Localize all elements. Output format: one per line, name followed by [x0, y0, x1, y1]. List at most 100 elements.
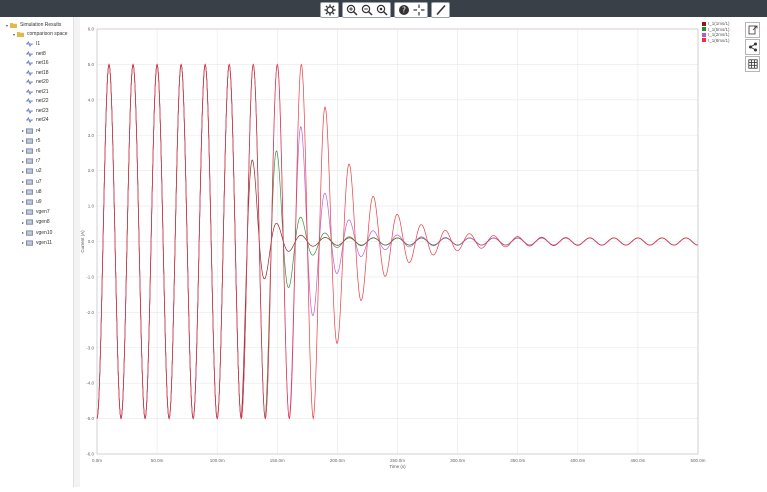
tree-folder-item-label: r6: [36, 147, 41, 154]
crosshair-icon[interactable]: [411, 3, 426, 17]
tree-signal-item[interactable]: net8: [20, 50, 46, 58]
tree-folder-item[interactable]: ▸ r6: [20, 147, 40, 155]
tools-group: ?: [394, 2, 428, 18]
tree-folder-item[interactable]: ▸ r5: [20, 137, 40, 145]
y-tick-label: -4.0: [86, 381, 94, 386]
tree-folder-item[interactable]: ▸ u7: [20, 178, 42, 186]
share-icon[interactable]: [745, 39, 760, 55]
line-chart[interactable]: 6.0 5.0 4.0 3.0 2.0 1.0 0.0 -1.0 -2.0 -3.0 -4.0 -5.…: [80, 17, 710, 487]
tree-signal-item[interactable]: net20: [20, 78, 49, 86]
legend-swatch: [702, 21, 706, 26]
tree-folder-item-label: u7: [36, 178, 42, 185]
draw-group: [431, 2, 450, 18]
y-tick-label: -3.0: [86, 345, 94, 350]
plot-area[interactable]: 6.0 5.0 4.0 3.0 2.0 1.0 0.0 -1.0 -2.0 -3.0 -4.0 -5.…: [80, 17, 710, 487]
tree-signal-item-label: net21: [36, 88, 49, 95]
x-tick-label: 450.0m: [630, 458, 645, 463]
y-tick-label: 2.0: [88, 168, 95, 173]
y-tick-label: 5.0: [88, 62, 95, 67]
tree-folder-item[interactable]: ▸ vgen10: [20, 229, 52, 237]
zoom-fit-icon[interactable]: [374, 3, 389, 17]
chart-toolbar: ?: [320, 2, 450, 18]
y-tick-label: 0.0: [88, 239, 95, 244]
settings-icon[interactable]: [322, 3, 337, 17]
y-tick-label: 1.0: [88, 204, 95, 209]
x-tick-label: 50.0m: [151, 458, 164, 463]
zoom-out-icon[interactable]: [359, 3, 374, 17]
tree-signal-item-label: net23: [36, 107, 49, 114]
tree-folder-item-label: u8: [36, 188, 42, 195]
y-tick-label: -6.0: [86, 452, 94, 457]
tree-signal-item-label: I1: [36, 41, 41, 47]
tree-folder-item-label: r4: [36, 127, 41, 134]
x-tick-label: 350.0m: [510, 458, 525, 463]
x-axis-label: Time (s): [389, 464, 406, 469]
legend-swatch: [702, 27, 706, 32]
x-tick-label: 300.0m: [450, 458, 465, 463]
tree-signal-item[interactable]: net21: [20, 88, 49, 96]
tree-signal-item[interactable]: net16: [20, 59, 49, 67]
tree-folder-item[interactable]: ▸ r7: [20, 157, 40, 165]
legend-swatch: [702, 32, 706, 37]
y-tick-label: -1.0: [86, 274, 94, 279]
tree-folder-item[interactable]: ▸ vgen8: [20, 218, 50, 226]
tree-folder-item[interactable]: ▸ vgen11: [20, 239, 52, 247]
side-toolbar: [745, 22, 760, 73]
zoom-group: [342, 2, 391, 18]
x-tick-label: 100.0m: [210, 458, 225, 463]
x-tick-label: 400.0m: [570, 458, 585, 463]
x-tick-label: 500.0m: [690, 458, 705, 463]
tree-signal-item-label: net16: [36, 60, 49, 66]
chart-legend: I_1(1ms/1) I_1(5ms/1) I_1(2ms/1) I_1(8ms/1): [702, 21, 730, 43]
tree-folder-item-label: vgen7: [36, 209, 50, 216]
tree-folder-item-label: u2: [36, 168, 42, 175]
y-tick-label: 3.0: [88, 133, 95, 138]
tree-folder-item-label: vgen8: [36, 219, 50, 226]
tree-signal-item-label: net20: [36, 79, 49, 85]
tree-folder-item-label: r7: [36, 158, 41, 165]
tree-signal-item-label: net22: [36, 98, 49, 104]
tree-folder-item[interactable]: ▸ u8: [20, 188, 42, 196]
tree-signal-item[interactable]: net23: [20, 107, 49, 115]
y-tick-label: 6.0: [88, 27, 95, 32]
help-icon[interactable]: ?: [396, 3, 411, 17]
export-icon[interactable]: [745, 22, 760, 38]
tree-folder-item[interactable]: ▸ vgen7: [20, 208, 50, 216]
svg-text:?: ?: [402, 6, 406, 15]
tree-signal-item-label: net8: [36, 50, 46, 57]
x-tick-label: 200.0m: [330, 458, 345, 463]
tree-folder-item[interactable]: ▸ u9: [20, 198, 42, 206]
table-icon[interactable]: [745, 56, 760, 72]
x-tick-label: 0.0m: [92, 458, 102, 463]
tree-signal-item[interactable]: net18: [20, 69, 49, 77]
tree-scrollbar[interactable]: [73, 17, 80, 487]
tree-signal-item-label: net18: [36, 69, 49, 76]
x-tick-label: 250.0m: [390, 458, 405, 463]
zoom-in-icon[interactable]: [344, 3, 359, 17]
tree-root-node-label: Simulation Results: [20, 22, 62, 28]
tree-signal-item[interactable]: net22: [20, 97, 49, 105]
tree-signal-item[interactable]: net24: [20, 116, 49, 124]
tree-folder-item[interactable]: ▸ r4: [20, 127, 40, 135]
tree-signal-item[interactable]: I1: [20, 40, 40, 48]
tree-group-node[interactable]: ▾ comparison space: [11, 30, 68, 38]
tree-root-node[interactable]: ▾ Simulation Results: [4, 21, 61, 29]
x-tick-label: 150.0m: [270, 458, 285, 463]
legend-label: I_1(8ms/1): [708, 37, 730, 43]
tree-folder-item-label: vgen11: [36, 239, 53, 246]
legend-label: I_1(5ms/1): [708, 26, 730, 32]
y-tick-label: -5.0: [86, 416, 94, 421]
legend-label: I_1(2ms/1): [708, 32, 730, 38]
y-axis-label: Current (A): [80, 230, 85, 253]
y-tick-label: 4.0: [88, 97, 95, 102]
tree-signal-item-label: net24: [36, 117, 49, 123]
tree-folder-item-label: r5: [36, 137, 41, 144]
tree-group-node-label: comparison space: [27, 31, 68, 37]
legend-entry[interactable]: I_1(8ms/1): [702, 38, 730, 44]
tree-folder-item[interactable]: ▸ u2: [20, 167, 42, 175]
legend-swatch: [702, 38, 706, 43]
settings-group: [320, 2, 339, 18]
tree-folder-item-label: u9: [36, 198, 42, 205]
y-tick-label: -2.0: [86, 310, 94, 315]
pen-icon[interactable]: [433, 3, 448, 17]
